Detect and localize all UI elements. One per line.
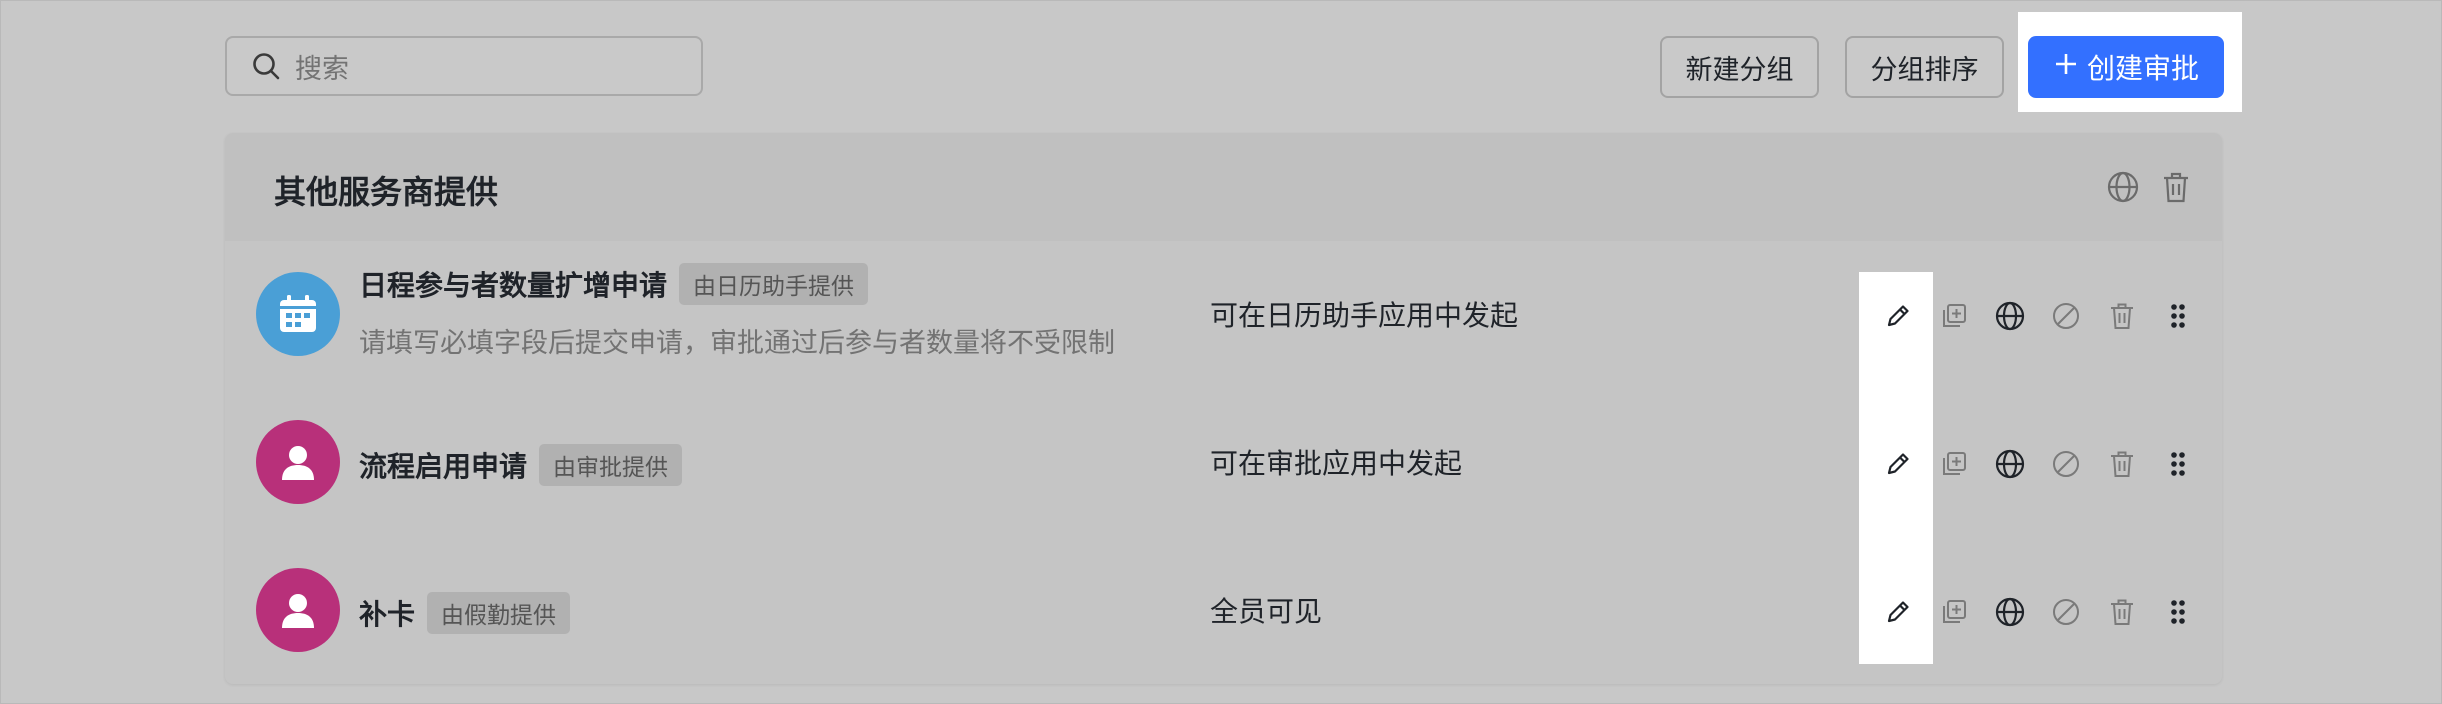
row-scope: 可在日历助手应用中发起 [1210, 299, 1519, 332]
trash-icon[interactable] [2102, 296, 2142, 336]
search-input[interactable]: 搜索 [225, 36, 703, 96]
person-icon [256, 568, 340, 652]
edit-icon[interactable] [1878, 444, 1918, 484]
row-scope: 全员可见 [1210, 595, 1323, 628]
provider-badge: 由日历助手提供 [679, 263, 869, 305]
row-name: 日程参与者数量扩增申请 [359, 269, 668, 302]
trash-icon[interactable] [2102, 592, 2142, 632]
globe-icon[interactable] [1990, 592, 2030, 632]
search-icon [249, 49, 283, 83]
edit-icon[interactable] [1878, 592, 1918, 632]
provider-badge: 由审批提供 [539, 444, 683, 486]
search-placeholder: 搜索 [295, 53, 349, 85]
copy-icon[interactable] [1934, 592, 1974, 632]
drag-handle-icon[interactable] [2158, 444, 2198, 484]
copy-icon[interactable] [1934, 444, 1974, 484]
group-header: 其他服务商提供 [225, 133, 2222, 241]
row-name: 补卡 [359, 598, 416, 631]
calendar-icon [256, 272, 340, 356]
trash-icon[interactable] [2102, 444, 2142, 484]
new-group-button[interactable]: 新建分组 [1660, 36, 1819, 98]
sort-groups-button[interactable]: 分组排序 [1845, 36, 2004, 98]
globe-icon[interactable] [2105, 169, 2141, 205]
trash-icon[interactable] [2158, 169, 2194, 205]
globe-icon[interactable] [1990, 296, 2030, 336]
disable-icon[interactable] [2046, 592, 2086, 632]
disable-icon[interactable] [2046, 296, 2086, 336]
row-description: 请填写必填字段后提交申请，审批通过后参与者数量将不受限制 [359, 328, 1115, 359]
globe-icon[interactable] [1990, 444, 2030, 484]
copy-icon[interactable] [1934, 296, 1974, 336]
row-scope: 可在审批应用中发起 [1210, 447, 1463, 480]
create-button-highlight: 创建审批 [2018, 12, 2242, 112]
create-approval-label: 创建审批 [2086, 52, 2199, 85]
drag-handle-icon[interactable] [2158, 592, 2198, 632]
row-name: 流程启用申请 [359, 450, 528, 483]
group-title: 其他服务商提供 [274, 173, 499, 211]
person-icon [256, 420, 340, 504]
edit-icon[interactable] [1878, 296, 1918, 336]
disable-icon[interactable] [2046, 444, 2086, 484]
provider-badge: 由假勤提供 [427, 592, 571, 634]
create-approval-button[interactable]: 创建审批 [2028, 36, 2224, 98]
plus-icon [2053, 49, 2079, 83]
drag-handle-icon[interactable] [2158, 296, 2198, 336]
